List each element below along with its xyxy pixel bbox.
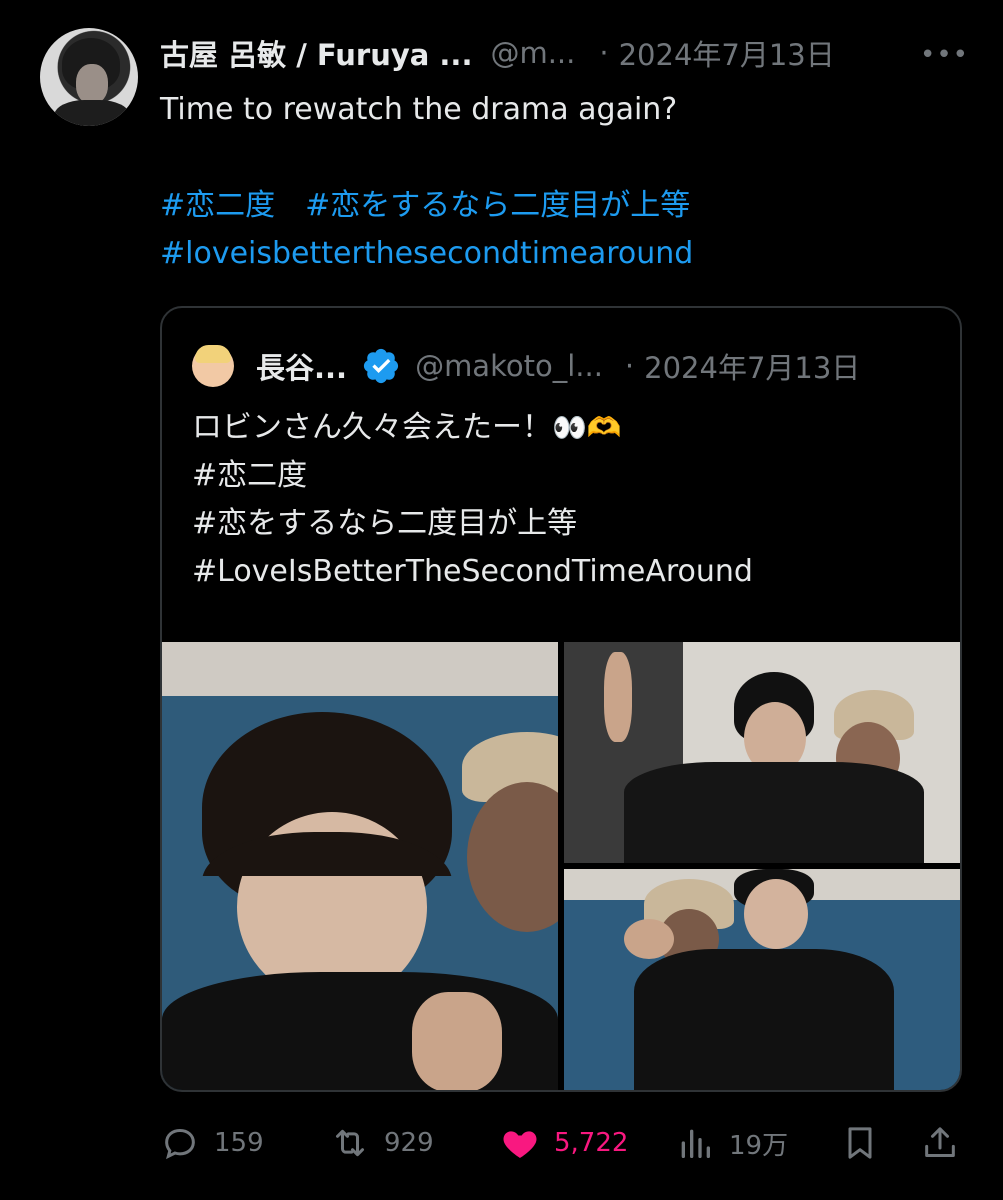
hashtag-row-2: #loveisbetterthesecondtimearound	[160, 230, 980, 278]
quoted-hashtag: #LoveIsBetterTheSecondTimeAround	[192, 554, 753, 589]
author-display-name[interactable]: 古屋 呂敏 / Furuya ...	[160, 32, 472, 74]
hashtag-link[interactable]: #恋をするなら二度目が上等	[305, 188, 690, 223]
like-button[interactable]: 5,722	[500, 1118, 628, 1168]
hand-shape	[624, 919, 674, 959]
views-button[interactable]: 19万	[675, 1118, 788, 1168]
photo-3[interactable]	[564, 869, 960, 1090]
views-icon	[681, 1129, 710, 1158]
eyes-heart-emoji: 👀🫶	[552, 411, 622, 444]
face-shape	[744, 879, 808, 949]
face-shape	[467, 782, 558, 932]
media-grid	[162, 642, 960, 1090]
quoted-tweet-body: ロビンさん久々会えたー！👀🫶 #恋二度 #恋をするなら二度目が上等 #LoveI…	[192, 404, 952, 596]
quoted-author-display-name[interactable]: 長谷...	[256, 345, 347, 387]
views-count: 19万	[729, 1130, 789, 1161]
tweet-text: Time to rewatch the drama again?	[160, 92, 678, 127]
reply-icon	[165, 1128, 195, 1160]
quoted-hashtag: #恋二度	[192, 458, 308, 493]
tweet-date[interactable]: 2024年7月13日	[619, 32, 835, 74]
share-button[interactable]	[920, 1118, 960, 1168]
like-count: 5,722	[554, 1128, 629, 1158]
hand-shape	[412, 992, 502, 1090]
quoted-line-1: ロビンさん久々会えたー！👀🫶	[192, 404, 952, 452]
verified-badge-icon	[363, 348, 399, 384]
hashtag-link[interactable]: #恋二度	[160, 188, 275, 223]
more-options-icon[interactable]: •••	[920, 40, 969, 70]
photo-1[interactable]	[162, 642, 558, 1090]
avatar-face	[76, 64, 108, 104]
bookmark-button[interactable]	[840, 1118, 880, 1168]
reply-count: 159	[214, 1128, 264, 1158]
quoted-hashtag: #恋をするなら二度目が上等	[192, 506, 578, 541]
shirt-shape	[624, 762, 924, 863]
share-icon	[925, 1127, 955, 1157]
arm-shape	[604, 652, 632, 742]
quoted-tweet-card[interactable]: 長谷... @makoto_l... · 2024年7月13日 ロビンさん久々会…	[160, 306, 962, 1092]
tweet-view: 古屋 呂敏 / Furuya ... @m... · 2024年7月13日 ••…	[0, 0, 1003, 1200]
hashtag-row-1: #恋二度 #恋をするなら二度目が上等	[160, 182, 980, 230]
bookmark-icon	[848, 1127, 872, 1159]
action-bar: 159 929 5,722 19万	[160, 1118, 960, 1168]
quoted-author-handle[interactable]: @makoto_l...	[415, 349, 603, 383]
quoted-text: ロビンさん久々会えたー！	[192, 410, 552, 445]
header-separator: ·	[599, 36, 609, 70]
photo-2[interactable]	[564, 642, 960, 863]
heart-icon	[503, 1131, 537, 1158]
retweet-count: 929	[384, 1128, 434, 1158]
author-avatar[interactable]	[40, 28, 138, 126]
quoted-author-avatar[interactable]	[192, 345, 234, 387]
quoted-header-separator: ·	[624, 349, 635, 383]
avatar-body	[54, 100, 130, 126]
hashtag-link[interactable]: #loveisbetterthesecondtimearound	[160, 236, 693, 271]
shirt-shape	[634, 949, 894, 1090]
quoted-tweet-header: 長谷... @makoto_l... · 2024年7月13日	[192, 344, 940, 388]
retweet-button[interactable]: 929	[330, 1118, 434, 1168]
tweet-body: Time to rewatch the drama again? #恋二度 #恋を…	[160, 86, 980, 278]
author-handle[interactable]: @m...	[490, 36, 575, 70]
retweet-icon	[336, 1129, 364, 1157]
quoted-tweet-date[interactable]: 2024年7月13日	[644, 345, 860, 387]
tweet-header: 古屋 呂敏 / Furuya ... @m... · 2024年7月13日 ••…	[160, 30, 983, 76]
reply-button[interactable]: 159	[160, 1118, 264, 1168]
